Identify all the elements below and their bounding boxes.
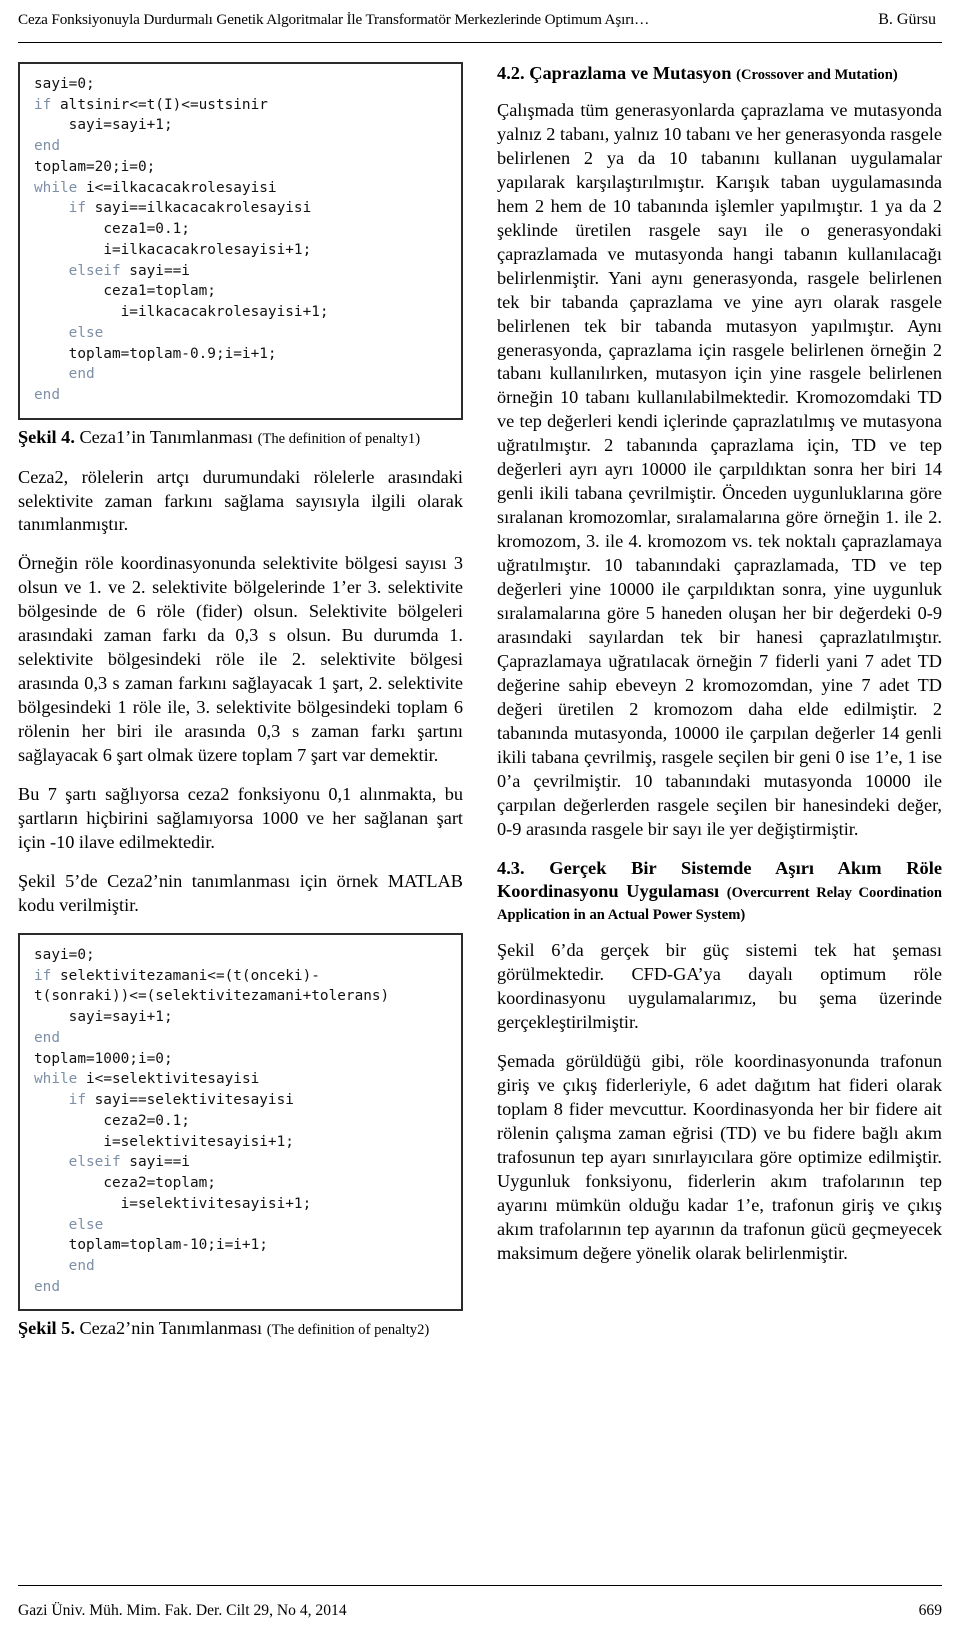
section-heading-4-3: 4.3. Gerçek Bir Sistemde Aşırı Akım Röle…: [497, 857, 942, 925]
left-column: sayi=0; if altsinir<=t(I)<=ustsinir sayi…: [18, 62, 463, 1552]
figure-5-caption: Şekil 5. Ceza2’nin Tanımlanması (The def…: [18, 1317, 463, 1341]
header-divider: [18, 42, 942, 43]
running-head-title: Ceza Fonksiyonuyla Durdurmalı Genetik Al…: [18, 11, 650, 28]
journal-citation: Gazi Üniv. Müh. Mim. Fak. Der. Cilt 29, …: [18, 1602, 347, 1619]
section-number-4-2: 4.2.: [497, 63, 525, 83]
section-heading-4-2: 4.2. Çaprazlama ve Mutasyon (Crossover a…: [497, 62, 942, 85]
paragraph-example-selectivity: Örneğin röle koordinasyonunda selektivit…: [18, 553, 463, 766]
paper-page: Ceza Fonksiyonuyla Durdurmalı Genetik Al…: [0, 0, 960, 1638]
right-column: 4.2. Çaprazlama ve Mutasyon (Crossover a…: [497, 62, 942, 1552]
running-head: Ceza Fonksiyonuyla Durdurmalı Genetik Al…: [18, 10, 942, 40]
section-title-4-2: Çaprazlama ve Mutasyon: [529, 63, 732, 83]
figure-4-english: (The definition of penalty1): [257, 430, 421, 447]
figure-5-title: Ceza2’nin Tanımlanması: [79, 1318, 263, 1339]
figure-4-caption: Şekil 4. Ceza1’in Tanımlanması (The defi…: [18, 426, 463, 450]
page-footer: Gazi Üniv. Müh. Mim. Fak. Der. Cilt 29, …: [18, 1602, 942, 1620]
code-block-penalty2: sayi=0; if selektivitezamani<=(t(onceki)…: [18, 933, 463, 1312]
figure-4-title: Ceza1’in Tanımlanması: [79, 426, 253, 447]
paragraph-crossover-mutation: Çalışmada tüm generasyonlarda çaprazlama…: [497, 99, 942, 839]
page-number: 669: [918, 1602, 942, 1619]
code-text-penalty1: sayi=0; if altsinir<=t(I)<=ustsinir sayi…: [34, 76, 329, 404]
two-column-body: sayi=0; if altsinir<=t(I)<=ustsinir sayi…: [18, 62, 942, 1552]
paragraph-figure5-reference: Şekil 5’de Ceza2’nin tanımlanması için ö…: [18, 871, 463, 916]
footer-divider: [18, 1585, 942, 1586]
figure-4-label: Şekil 4.: [18, 426, 75, 447]
code-text-penalty2: sayi=0; if selektivitezamani<=(t(onceki)…: [34, 947, 390, 1295]
section-number-4-3: 4.3.: [497, 857, 525, 878]
paragraph-ceza2-definition: Ceza2, rölelerin artçı durumundaki rölel…: [18, 466, 463, 535]
paragraph-penalty-values: Bu 7 şartı sağlıyorsa ceza2 fonksiyonu 0…: [18, 784, 463, 853]
figure-5-label: Şekil 5.: [18, 1318, 75, 1339]
paragraph-system-description: Şemada görüldüğü gibi, röle koordinasyon…: [497, 1051, 942, 1263]
paragraph-figure6-reference: Şekil 6’da gerçek bir güç sistemi tek ha…: [497, 940, 942, 1033]
section-english-4-2: (Crossover and Mutation): [736, 67, 898, 83]
code-block-penalty1: sayi=0; if altsinir<=t(I)<=ustsinir sayi…: [18, 62, 463, 420]
running-head-author: B. Gürsu: [878, 11, 936, 28]
figure-5-english: (The definition of penalty2): [266, 1322, 430, 1339]
